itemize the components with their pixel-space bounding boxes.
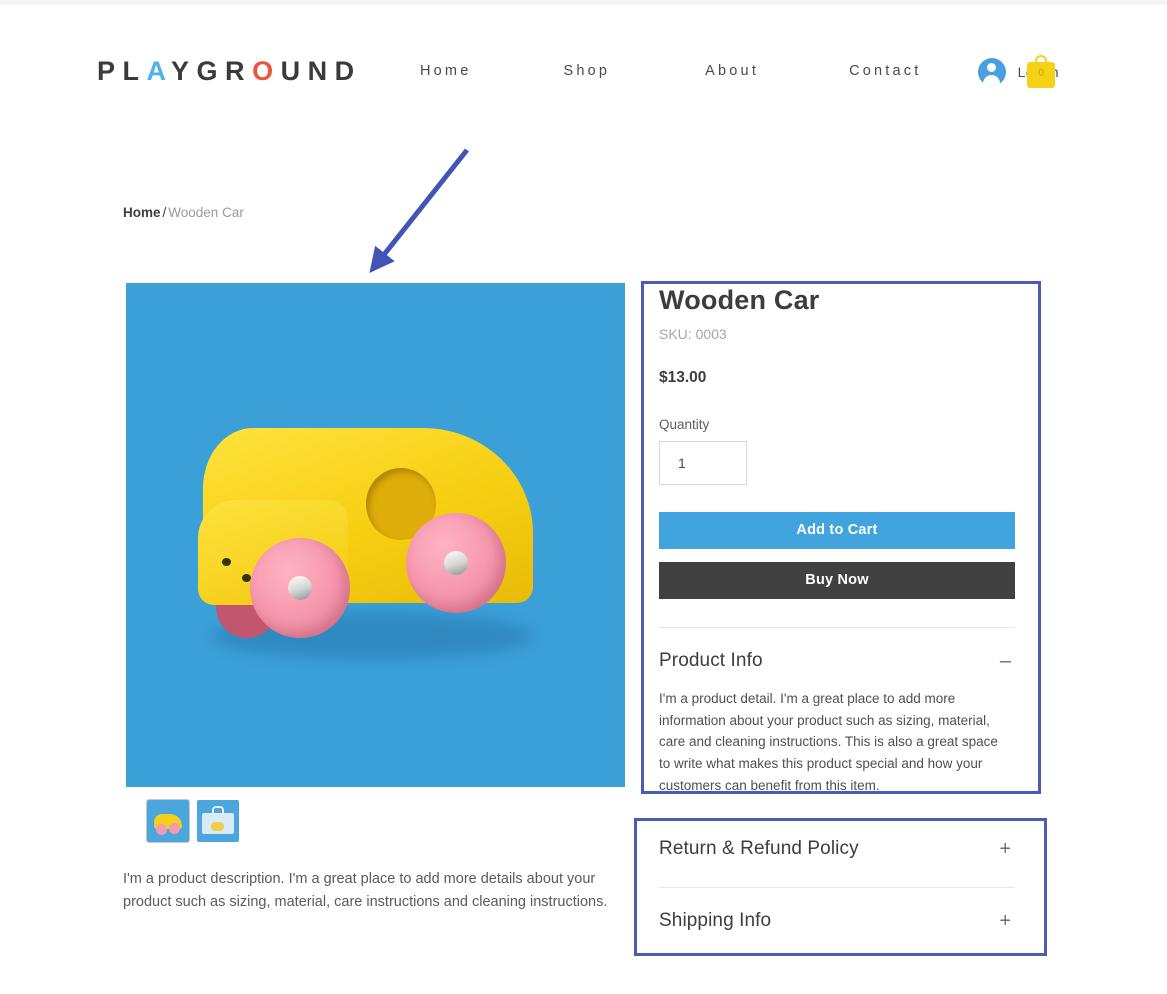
product-description: I'm a product description. I'm a great p… (123, 871, 608, 911)
accordion-title-shipping-info: Shipping Info (659, 910, 772, 931)
logo-part-1: PL (97, 56, 147, 86)
logo-letter-a: A (146, 56, 172, 86)
thumbnail-car[interactable] (146, 799, 190, 843)
logo-part-2: YGR (171, 56, 253, 86)
nav-item-shop[interactable]: Shop (563, 63, 610, 79)
product-title: Wooden Car (659, 285, 820, 315)
accordion-shipping-info[interactable]: Shipping Info + (659, 910, 1015, 932)
minus-icon[interactable]: – (1000, 651, 1015, 671)
plus-icon[interactable]: + (999, 911, 1015, 931)
lower-accordion-group: Return & Refund Policy + Shipping Info + (659, 826, 1015, 932)
accordion-title-product-info: Product Info (659, 649, 763, 671)
wheel-hub (288, 576, 312, 600)
product-page: PLAYGROUND Home Shop About Contact Log I… (0, 0, 1167, 994)
product-price: $13.00 (659, 368, 707, 386)
thumbnail-strip (146, 799, 239, 843)
cart-item-count: 0 (1037, 67, 1045, 79)
wooden-car-illustration (198, 408, 548, 668)
nav-item-home[interactable]: Home (420, 63, 471, 79)
product-main-image[interactable] (126, 283, 625, 787)
accordion-divider (659, 887, 1015, 888)
site-logo[interactable]: PLAYGROUND (97, 58, 362, 85)
product-sku: SKU: 0003 (659, 325, 727, 342)
main-navigation: Home Shop About Contact (420, 63, 921, 79)
plus-icon[interactable]: + (999, 839, 1015, 859)
nav-item-contact[interactable]: Contact (849, 63, 921, 79)
user-avatar-icon[interactable] (977, 58, 1006, 86)
breadcrumb-home[interactable]: Home (123, 205, 161, 220)
logo-part-3: UND (280, 56, 362, 86)
product-gallery (126, 283, 625, 787)
wheel-hub (444, 551, 468, 575)
annotation-arrow (369, 148, 469, 274)
nav-item-about[interactable]: About (705, 63, 759, 79)
quantity-label: Quantity (659, 416, 710, 432)
car-front-wheel (250, 538, 350, 638)
thumbnail-car-wheel (169, 823, 180, 834)
accordion-body-product-info: I'm a product detail. I'm a great place … (659, 690, 998, 794)
quantity-input[interactable] (659, 440, 747, 485)
accordion-product-info[interactable]: Product Info – (659, 650, 1015, 672)
accordion-return-refund-policy[interactable]: Return & Refund Policy + (659, 838, 1015, 860)
logo-letter-o: O (252, 56, 281, 86)
breadcrumb-current: Wooden Car (168, 205, 244, 220)
product-details-panel: Wooden Car SKU: 0003 $13.00 Quantity Add… (659, 285, 1015, 797)
thumbnail-car-wheel (156, 824, 167, 835)
add-to-cart-button[interactable]: Add to Cart (659, 511, 1015, 549)
thumbnail-box-toy (211, 822, 224, 831)
car-rear-wheel (406, 513, 506, 613)
car-detail-dot (222, 558, 231, 566)
panel-divider (659, 626, 1015, 628)
cart-button[interactable]: 0 (1027, 54, 1057, 88)
breadcrumb: Home / Wooden Car (123, 205, 244, 220)
buy-now-button[interactable]: Buy Now (659, 561, 1015, 599)
thumbnail-box[interactable] (197, 800, 239, 842)
page-top-strip (0, 0, 1167, 5)
accordion-title-return-refund-policy: Return & Refund Policy (659, 838, 859, 859)
breadcrumb-separator: / (162, 205, 167, 220)
site-header: PLAYGROUND Home Shop About Contact Log I… (0, 18, 1167, 96)
